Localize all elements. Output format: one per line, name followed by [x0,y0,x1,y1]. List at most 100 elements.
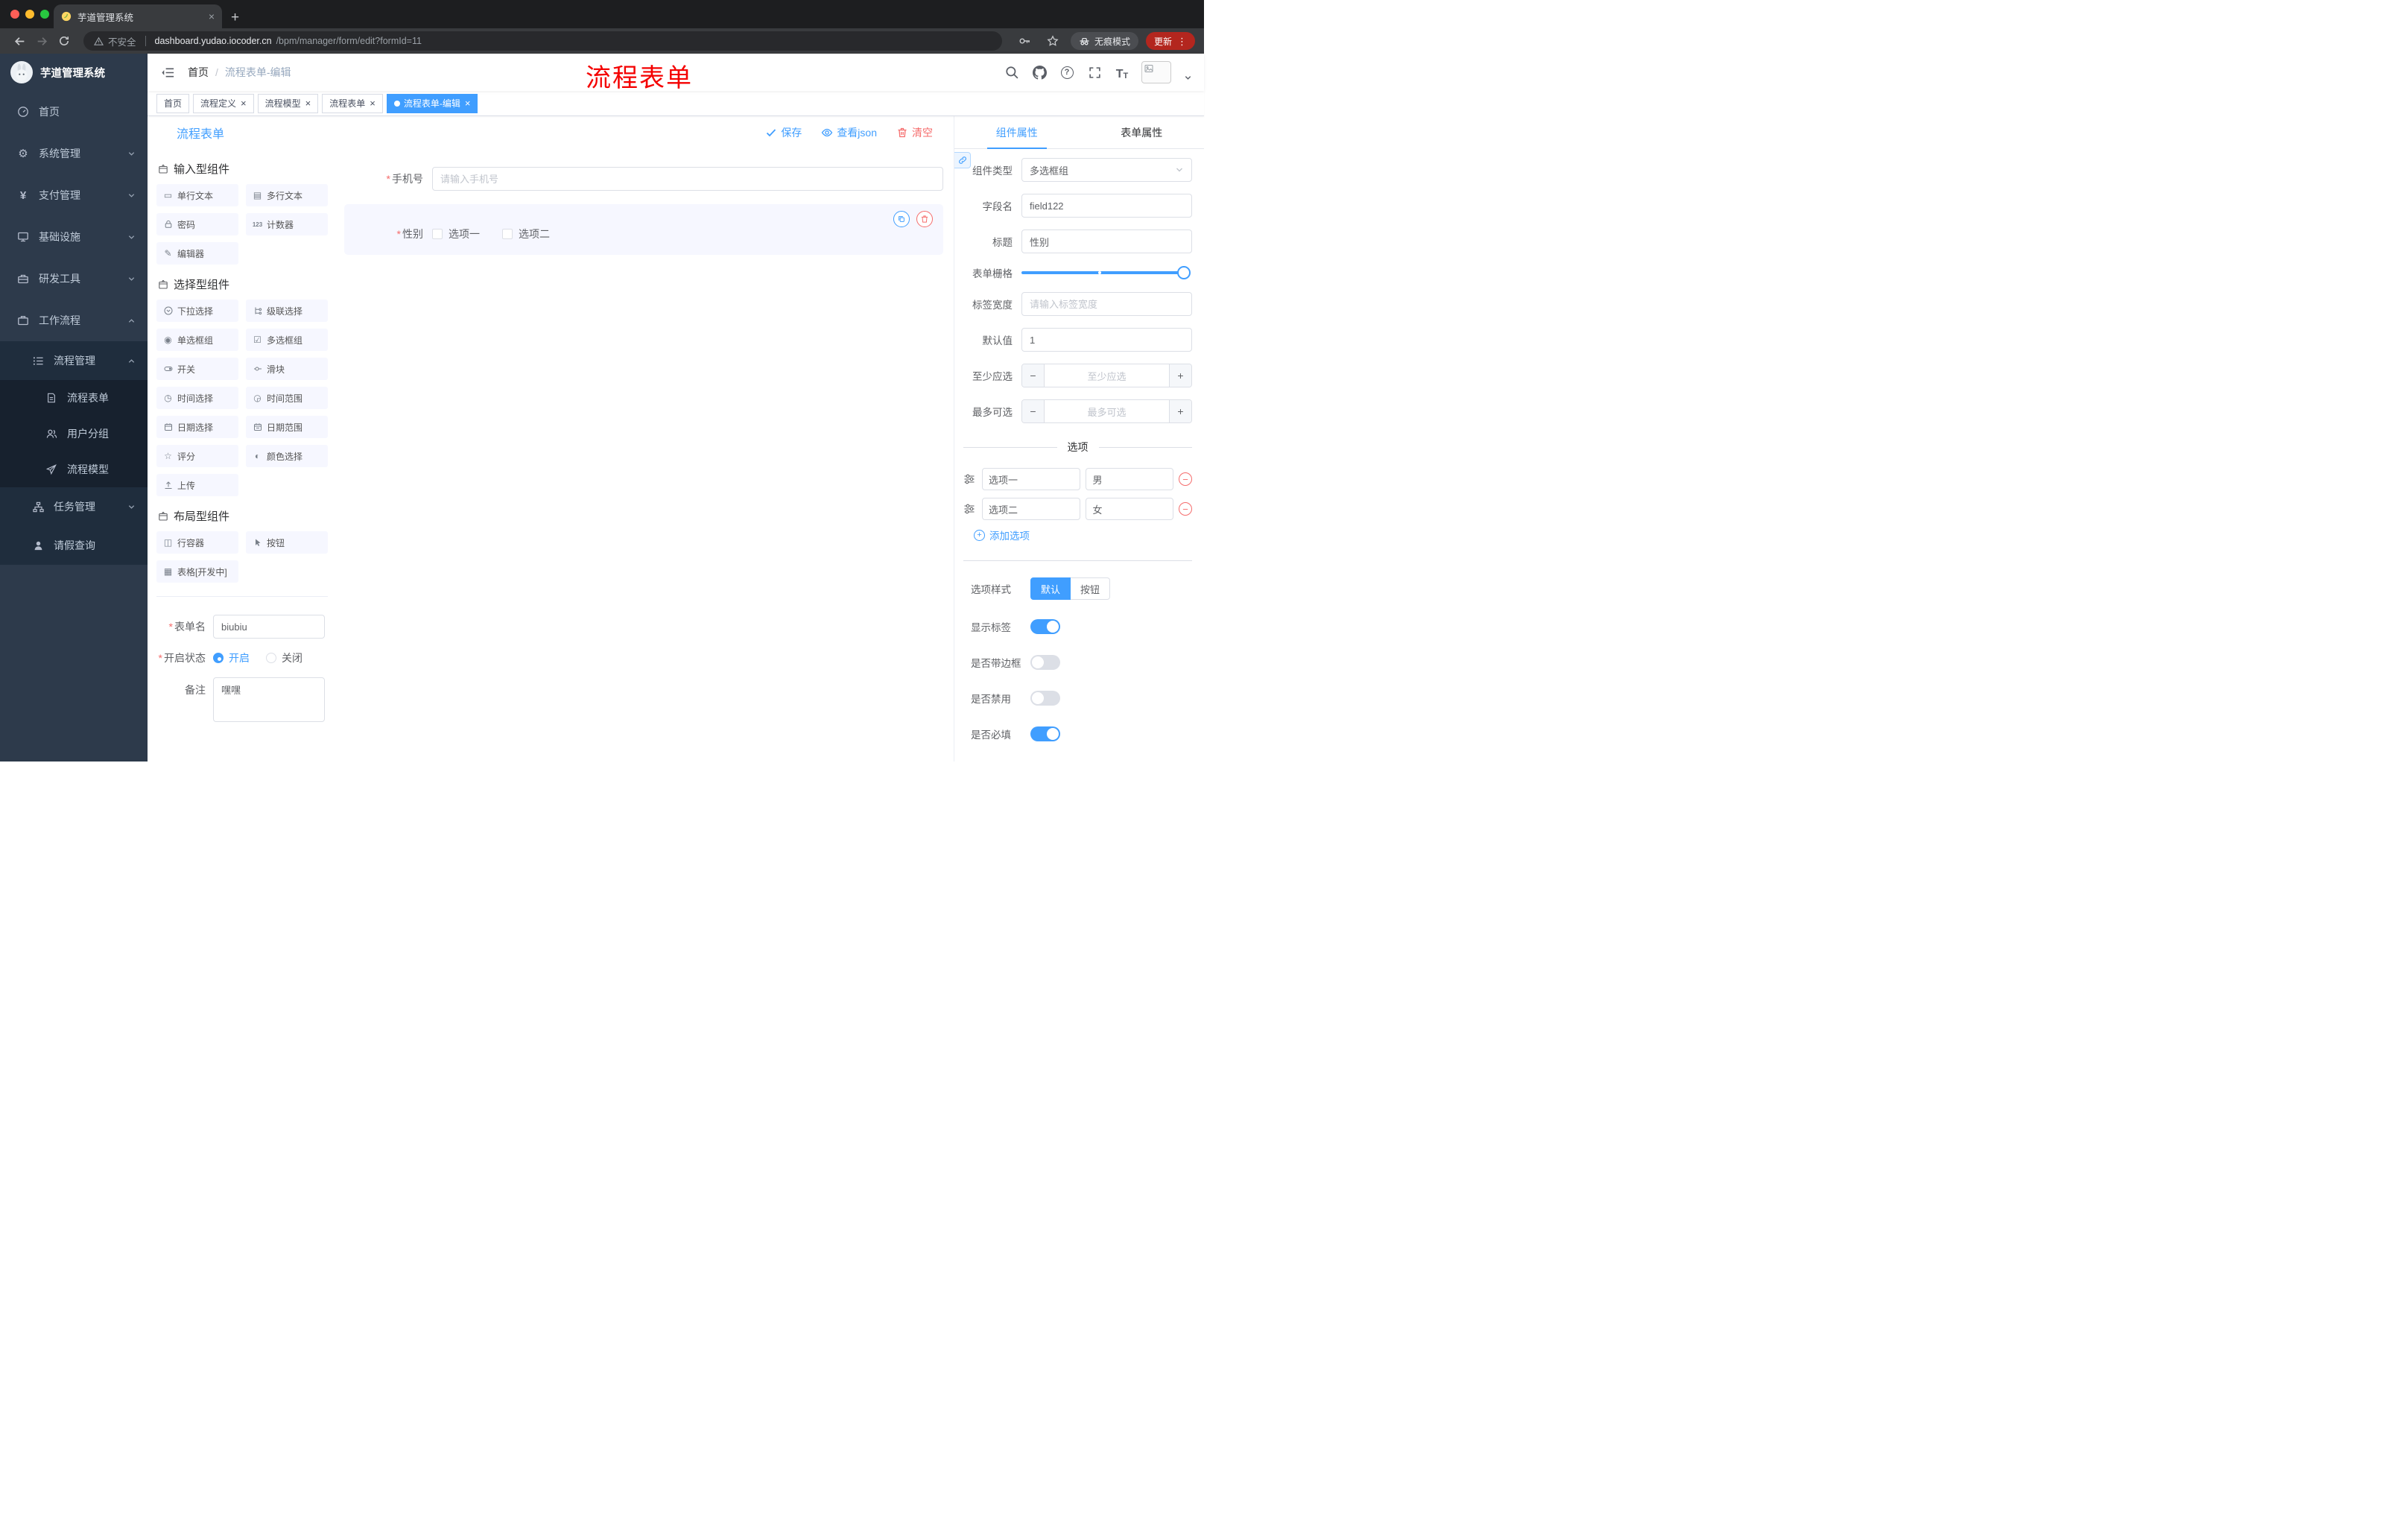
close-window-button[interactable] [10,10,19,19]
max-select-value[interactable]: 最多可选 [1045,400,1169,422]
disabled-toggle[interactable] [1030,691,1060,706]
gender-option-2[interactable]: 选项二 [502,227,550,241]
key-icon[interactable] [1014,31,1035,51]
delete-icon[interactable] [916,211,933,227]
palette-item-dropdown[interactable]: 下拉选择 [156,300,238,322]
sidebar-item-system[interactable]: ⚙ 系统管理 [0,133,148,174]
breadcrumb-home[interactable]: 首页 [188,65,209,80]
tag-process-form-edit[interactable]: 流程表单-编辑 × [386,93,478,113]
zoom-window-button[interactable] [40,10,49,19]
update-label[interactable]: 更新 [1154,35,1172,48]
palette-item-slider[interactable]: 滑块 [246,358,328,380]
slider-handle[interactable] [1177,266,1191,279]
option-name-input[interactable] [982,498,1081,520]
min-select-value[interactable]: 至少应选 [1045,364,1169,387]
palette-item-checkbox-group[interactable]: ☑ 多选框组 [246,329,328,351]
avatar-caret-icon[interactable] [1184,74,1192,82]
palette-item-date-picker[interactable]: 日期选择 [156,416,238,438]
increment-button[interactable]: + [1169,364,1191,387]
tab-form-props[interactable]: 表单属性 [1080,116,1205,148]
forward-icon[interactable] [31,31,52,51]
fullscreen-icon[interactable] [1086,64,1103,80]
checkbox-icon[interactable] [502,229,513,239]
tab-component-props[interactable]: 组件属性 [954,116,1080,149]
required-toggle[interactable] [1030,726,1060,741]
default-value-input[interactable] [1021,328,1192,352]
tag-home[interactable]: 首页 [156,93,190,113]
palette-item-rate[interactable]: ☆ 评分 [156,445,238,467]
style-button-button[interactable]: 按钮 [1071,577,1111,600]
style-default-button[interactable]: 默认 [1030,577,1071,600]
search-icon[interactable] [1004,64,1020,80]
view-json-button[interactable]: 查看json [821,125,877,140]
avatar[interactable] [1141,61,1171,83]
bookmark-star-icon[interactable] [1042,31,1063,51]
palette-item-upload[interactable]: 上传 [156,474,238,496]
palette-item-time-picker[interactable]: ◷ 时间选择 [156,387,238,409]
gender-option-1[interactable]: 选项一 [432,227,480,241]
link-anchor-icon[interactable] [954,152,971,168]
github-icon[interactable] [1031,64,1048,80]
field-name-input[interactable] [1021,194,1192,218]
remark-textarea[interactable]: 嘿嘿 [213,677,325,722]
palette-item-single-line-text[interactable]: ▭ 单行文本 [156,184,238,206]
close-tab-icon[interactable]: × [209,11,215,22]
palette-item-radio-group[interactable]: ◉ 单选框组 [156,329,238,351]
new-tab-button[interactable]: + [231,10,239,25]
back-icon[interactable] [9,31,30,51]
palette-item-counter[interactable]: 123 计数器 [246,213,328,235]
palette-item-time-range[interactable]: ◶ 时间范围 [246,387,328,409]
palette-item-color-picker[interactable]: ◐ 颜色选择 [246,445,328,467]
sidebar-item-process-form[interactable]: 流程表单 [0,380,148,416]
status-radio-off[interactable]: 关闭 [266,650,302,665]
hamburger-icon[interactable] [153,58,182,86]
palette-item-button[interactable]: 按钮 [246,531,328,554]
sidebar-item-infrastructure[interactable]: 基础设施 [0,216,148,258]
canvas-item-phone[interactable]: * 手机号 [344,159,943,198]
tag-process-model[interactable]: 流程模型 × [257,93,319,113]
title-input[interactable] [1021,229,1192,253]
palette-item-switch[interactable]: 开关 [156,358,238,380]
close-icon[interactable]: × [465,98,471,108]
border-toggle[interactable] [1030,655,1060,670]
update-button[interactable]: 更新 ⋮ [1145,32,1195,50]
show-label-toggle[interactable] [1030,619,1060,634]
phone-input[interactable] [432,167,943,191]
checkbox-icon[interactable] [432,229,443,239]
sidebar-item-process-model[interactable]: 流程模型 [0,452,148,487]
sidebar-item-task-mgmt[interactable]: 任务管理 [0,487,148,526]
sidebar-item-user-group[interactable]: 用户分组 [0,416,148,452]
save-button[interactable]: 保存 [765,125,802,140]
decrement-button[interactable]: − [1022,400,1045,422]
palette-item-password[interactable]: 密码 [156,213,238,235]
label-width-input[interactable] [1021,292,1192,316]
option-value-input[interactable] [1086,468,1173,490]
sidebar-item-payment[interactable]: ¥ 支付管理 [0,174,148,216]
palette-item-editor[interactable]: ✎ 编辑器 [156,242,238,265]
browser-tab[interactable]: 芋道管理系统 × [54,4,222,28]
drag-handle-icon[interactable] [963,503,977,515]
palette-item-multi-line-text[interactable]: ▤ 多行文本 [246,184,328,206]
canvas-item-gender-selected[interactable]: * 性别 选项一 选项二 [344,204,943,255]
remove-option-icon[interactable]: − [1179,472,1192,486]
status-radio-on[interactable]: 开启 [213,650,250,665]
sidebar-item-workflow[interactable]: 工作流程 [0,300,148,341]
form-name-input[interactable] [213,615,325,639]
drag-handle-icon[interactable] [963,473,977,485]
option-value-input[interactable] [1086,498,1173,520]
clear-button[interactable]: 清空 [896,125,933,140]
palette-item-row-container[interactable]: ◫ 行容器 [156,531,238,554]
component-type-select[interactable]: 多选框组 [1021,158,1192,182]
browser-menu-icon[interactable]: ⋮ [1177,37,1187,46]
close-icon[interactable]: × [241,98,247,108]
palette-item-cascader[interactable]: 级联选择 [246,300,328,322]
sidebar-item-leave-query[interactable]: 请假查询 [0,526,148,565]
palette-item-date-range[interactable]: 日期范围 [246,416,328,438]
sidebar-item-devtools[interactable]: 研发工具 [0,258,148,300]
close-icon[interactable]: × [305,98,311,108]
tag-process-form[interactable]: 流程表单 × [322,93,383,113]
close-icon[interactable]: × [370,98,376,108]
grid-slider[interactable] [1021,266,1191,279]
decrement-button[interactable]: − [1022,364,1045,387]
palette-item-table[interactable]: ▦ 表格[开发中] [156,560,238,583]
